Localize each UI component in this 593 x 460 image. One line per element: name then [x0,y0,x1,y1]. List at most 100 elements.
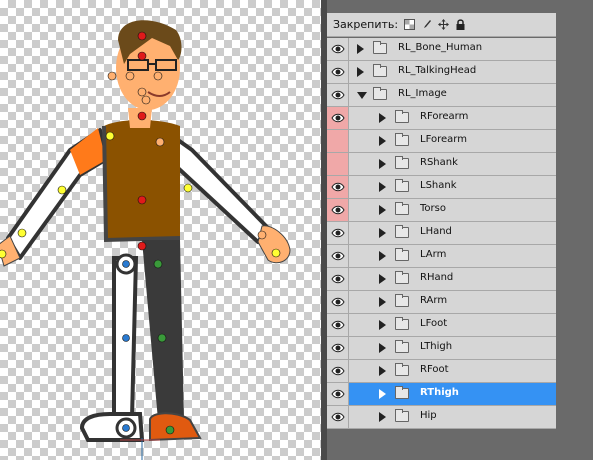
visibility-toggle[interactable] [327,130,349,152]
expand-triangle-icon[interactable] [379,251,386,261]
expand-triangle-icon[interactable] [379,297,386,307]
visibility-toggle[interactable] [327,222,349,244]
layer-row[interactable]: RHand [327,268,556,291]
visibility-toggle[interactable] [327,38,349,60]
lock-bar: Закрепить: [327,13,556,37]
layer-row[interactable]: RFoot [327,360,556,383]
layer-main[interactable]: RL_Bone_Human [349,38,556,60]
folder-icon [395,110,409,123]
lock-label: Закрепить: [333,18,399,31]
visibility-toggle[interactable] [327,153,349,175]
expand-triangle-icon[interactable] [379,389,386,399]
layer-name: Hip [420,410,437,421]
layer-main[interactable]: LArm [349,245,556,267]
visibility-toggle[interactable] [327,268,349,290]
expand-triangle-icon[interactable] [379,366,386,376]
layer-row[interactable]: RL_Bone_Human [327,38,556,61]
layer-main[interactable]: LForearm [349,130,556,152]
layer-row[interactable]: RForearm [327,107,556,130]
expand-triangle-icon[interactable] [379,228,386,238]
visibility-toggle[interactable] [327,383,349,405]
layer-name: RFoot [420,364,449,375]
layer-main[interactable]: LHand [349,222,556,244]
layer-main[interactable]: Hip [349,406,556,428]
layer-main[interactable]: LShank [349,176,556,198]
layer-name: RL_Image [398,88,447,99]
layer-main[interactable]: RFoot [349,360,556,382]
folder-icon [395,271,409,284]
visibility-toggle[interactable] [327,245,349,267]
expand-triangle-icon[interactable] [379,412,386,422]
layer-main[interactable]: RShank [349,153,556,175]
torso-illustration [102,120,181,243]
expand-triangle-open-icon[interactable] [357,92,367,99]
expand-triangle-icon[interactable] [357,44,364,54]
layer-name: RShank [420,157,458,168]
visibility-toggle[interactable] [327,360,349,382]
expand-triangle-icon[interactable] [379,274,386,284]
layer-main[interactable]: Torso [349,199,556,221]
layer-name: LForearm [420,134,467,145]
layer-row[interactable]: RL_Image [327,84,556,107]
left-arm-illustration [176,138,291,264]
expand-triangle-icon[interactable] [379,136,386,146]
transparency-lock-icon[interactable] [404,19,416,30]
layer-row[interactable]: RL_TalkingHead [327,61,556,84]
layer-main[interactable]: RThigh [349,383,556,405]
expand-triangle-icon[interactable] [379,113,386,123]
expand-triangle-icon[interactable] [357,67,364,77]
layer-row[interactable]: LShank [327,176,556,199]
layer-row[interactable]: RThigh [327,383,556,406]
right-arm-illustration [0,128,107,267]
layer-name: RArm [420,295,448,306]
layer-row[interactable]: LArm [327,245,556,268]
expand-triangle-icon[interactable] [379,320,386,330]
visibility-toggle[interactable] [327,84,349,106]
visibility-toggle[interactable] [327,61,349,83]
layer-name: LShank [420,180,457,191]
layer-main[interactable]: RForearm [349,107,556,129]
folder-icon [395,363,409,376]
layer-row[interactable]: LHand [327,222,556,245]
visibility-toggle[interactable] [327,291,349,313]
layer-name: LThigh [420,341,453,352]
folder-icon [395,340,409,353]
right-leg-illustration [79,253,145,442]
folder-icon [395,133,409,146]
visibility-toggle[interactable] [327,314,349,336]
brush-lock-icon[interactable] [421,19,432,30]
layers-list: RL_Bone_Human RL_TalkingHead RL_Image RFore… [327,38,556,429]
visibility-toggle[interactable] [327,199,349,221]
expand-triangle-icon[interactable] [379,182,386,192]
folder-icon [395,179,409,192]
visibility-toggle[interactable] [327,107,349,129]
move-lock-icon[interactable] [438,19,450,30]
padlock-icon[interactable] [455,19,466,30]
layer-row[interactable]: RShank [327,153,556,176]
layer-row[interactable]: RArm [327,291,556,314]
document-canvas[interactable] [0,0,321,460]
visibility-toggle[interactable] [327,176,349,198]
layer-row[interactable]: LThigh [327,337,556,360]
layer-name: RL_Bone_Human [398,42,483,53]
layer-row[interactable]: LFoot [327,314,556,337]
layer-row[interactable]: LForearm [327,130,556,153]
layer-main[interactable]: RHand [349,268,556,290]
layer-row[interactable]: Torso [327,199,556,222]
layer-main[interactable]: LThigh [349,337,556,359]
layer-row[interactable]: Hip [327,406,556,429]
layer-name: RL_TalkingHead [398,65,477,76]
layer-main[interactable]: RL_Image [349,84,556,106]
expand-triangle-icon[interactable] [379,159,386,169]
expand-triangle-icon[interactable] [379,205,386,215]
folder-icon [373,41,387,54]
folder-icon [395,294,409,307]
visibility-toggle[interactable] [327,337,349,359]
head-illustration [116,20,182,110]
layer-main[interactable]: LFoot [349,314,556,336]
layer-name: RForearm [420,111,469,122]
expand-triangle-icon[interactable] [379,343,386,353]
layer-main[interactable]: RArm [349,291,556,313]
layer-main[interactable]: RL_TalkingHead [349,61,556,83]
visibility-toggle[interactable] [327,406,349,428]
